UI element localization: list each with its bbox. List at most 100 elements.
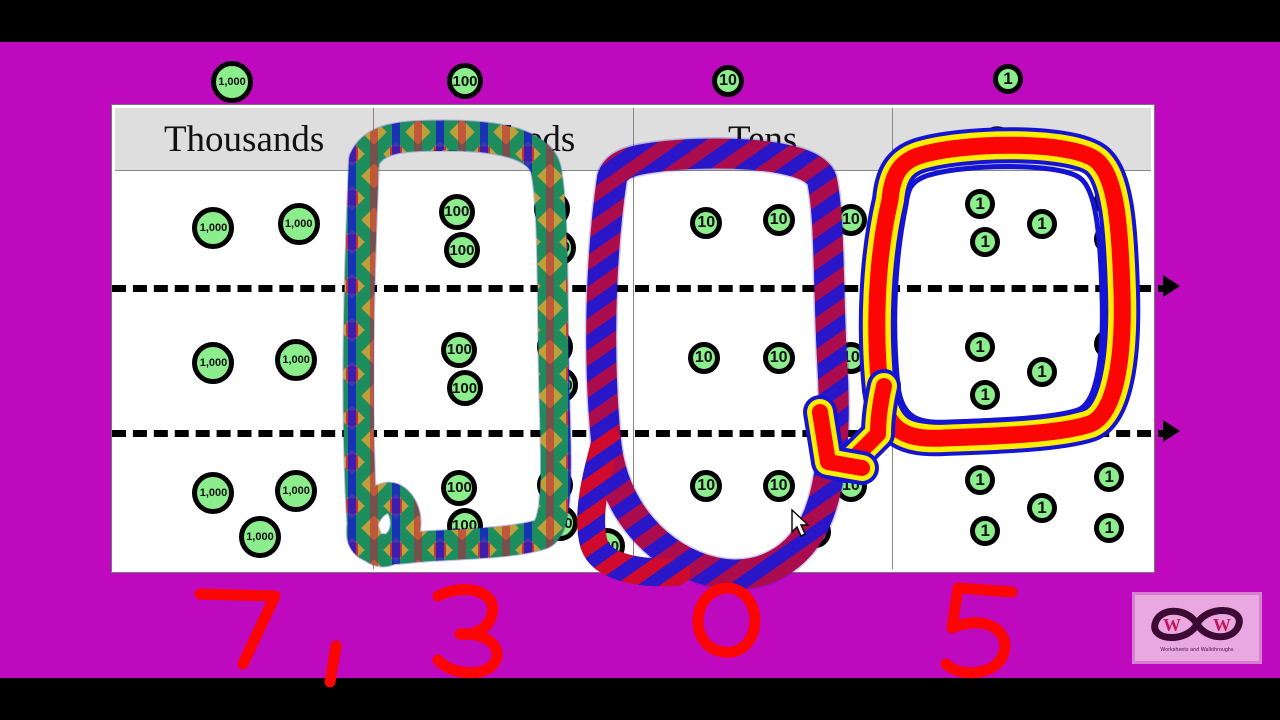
chip-label: 1: [975, 469, 985, 489]
chip-label: 10: [842, 211, 860, 229]
chip-ones: 1: [1094, 377, 1125, 408]
chip-hundreds: 100: [441, 331, 478, 368]
chip-ones: 1: [1094, 512, 1125, 543]
chip-label: 100: [452, 379, 478, 397]
chip-ones: 1: [1027, 357, 1058, 388]
chip-label: 10: [769, 211, 788, 229]
chip-tens: 10: [687, 341, 720, 374]
chip-label: 1: [1037, 497, 1047, 517]
chip-label: 10: [842, 348, 860, 366]
chip-tens: 10: [762, 204, 795, 237]
chip-label: 100: [539, 200, 565, 218]
chip-hundreds: 100: [438, 193, 475, 230]
chip-label: 1: [1037, 214, 1047, 234]
chip-label: 10: [694, 348, 713, 366]
column-header-thousands: Thousands: [115, 108, 375, 170]
chip-ones: 1: [1094, 462, 1125, 493]
svg-text:W: W: [1213, 615, 1231, 635]
legend-label-thousands: 1,000: [218, 76, 246, 88]
column-ones: 1 1 1 1 1 1 1 1 1 1 1 1 1 1 1: [893, 171, 1151, 569]
chip-label: 100: [545, 239, 571, 257]
chip-label: 1: [1104, 229, 1114, 249]
chip-label: 1: [1037, 362, 1047, 382]
svg-text:W: W: [1163, 615, 1181, 635]
row-separator-1: [112, 285, 1172, 292]
chip-label: 100: [542, 338, 568, 356]
legend-chip-ones: 1: [993, 64, 1023, 94]
chip-label: 1,000: [282, 354, 310, 367]
chip-hundreds: 100: [542, 505, 579, 542]
chip-tens: 10: [798, 515, 831, 548]
legend-chip-tens: 10: [712, 65, 744, 97]
chip-label: 1: [1104, 517, 1114, 537]
chip-label: 100: [444, 203, 470, 221]
row-separator-2: [112, 430, 1172, 437]
brand-logo: W W Worksheets and Walkthroughs: [1132, 592, 1262, 664]
chip-ones: 1: [970, 380, 1001, 411]
chip-thousands: 1,000: [277, 202, 320, 245]
chip-label: 100: [446, 341, 472, 359]
chip-label: 1: [1104, 467, 1114, 487]
chip-hundreds: 100: [588, 528, 625, 565]
legend-chip-thousands: 1,000: [211, 61, 253, 103]
chip-label: 100: [547, 514, 573, 532]
chip-tens: 10: [762, 341, 795, 374]
chip-tens: 10: [834, 469, 867, 502]
chip-label: 100: [547, 376, 573, 394]
legend-row: 1,000 100 10 1: [0, 8, 1280, 103]
chip-label: 1: [975, 193, 985, 213]
chip-hundreds: 100: [441, 469, 478, 506]
chip-hundreds: 100: [534, 191, 571, 228]
column-tens: 10 10 10 10 10 10 10 10 10 10: [634, 171, 893, 569]
chip-label: 1: [980, 232, 990, 252]
chip-hundreds: 100: [446, 370, 483, 406]
chip-hundreds: 100: [443, 232, 480, 269]
chip-tens: 10: [690, 206, 723, 239]
chip-label: 1: [980, 520, 990, 540]
chip-label: 1: [1104, 334, 1114, 354]
chip-label: 1: [980, 385, 990, 405]
legend-label-tens: 10: [719, 72, 737, 89]
infinity-logo-icon: W W: [1151, 607, 1243, 641]
chip-label: 1,000: [246, 530, 274, 543]
legend-label-ones: 1: [1003, 69, 1013, 88]
place-value-table: Thousands Hundreds Tens Ones 1,000 1,000 1…: [112, 105, 1154, 572]
chip-ones: 1: [1027, 492, 1058, 523]
chip-label: 1,000: [284, 217, 313, 230]
chip-thousands: 1,000: [192, 341, 235, 384]
chip-label: 100: [446, 479, 472, 497]
column-thousands: 1,000 1,000 1,000 1,000 1,000 1,000 1,000: [115, 171, 375, 569]
row-separator-2-arrowhead: [1163, 420, 1180, 442]
column-hundreds: 100 100 100 100 100 100 100 100 100 100 100 100 100: [374, 171, 634, 569]
chip-ones: 1: [1027, 209, 1058, 240]
column-header-ones: Ones: [983, 118, 1060, 160]
chip-ones: 1: [970, 515, 1001, 546]
chip-label: 1,000: [199, 487, 228, 500]
column-header-tens: Tens: [634, 108, 893, 170]
chip-hundreds: 100: [536, 467, 573, 504]
chip-tens: 10: [762, 469, 795, 502]
chip-hundreds: 100: [536, 329, 573, 366]
legend-label-hundreds: 100: [452, 72, 478, 90]
table-header-row: Thousands Hundreds Tens Ones: [115, 108, 1151, 171]
chip-label: 1: [975, 336, 985, 356]
chip-tens: 10: [834, 341, 867, 374]
chip-label: 1,000: [282, 484, 310, 497]
logo-caption: Worksheets and Walkthroughs: [1160, 647, 1234, 653]
chip-hundreds: 100: [446, 507, 483, 544]
chip-label: 100: [542, 476, 568, 494]
chip-ones: 1: [1094, 186, 1125, 217]
chip-label: 10: [697, 476, 716, 494]
chip-label: 1,000: [199, 356, 228, 369]
chip-label: 100: [452, 517, 478, 535]
chip-label: 10: [697, 213, 716, 231]
chip-thousands: 1,000: [192, 472, 235, 515]
chip-thousands: 1,000: [275, 469, 318, 512]
chip-ones: 1: [970, 227, 1001, 258]
chip-label: 1: [1104, 191, 1114, 211]
video-frame: 1,000 100 10 1 Thousands Hundreds Tens O…: [0, 0, 1280, 720]
chip-tens: 10: [834, 204, 867, 237]
chip-ones: 1: [965, 464, 996, 495]
chip-ones: 1: [1094, 329, 1125, 360]
chip-thousands: 1,000: [238, 515, 281, 558]
